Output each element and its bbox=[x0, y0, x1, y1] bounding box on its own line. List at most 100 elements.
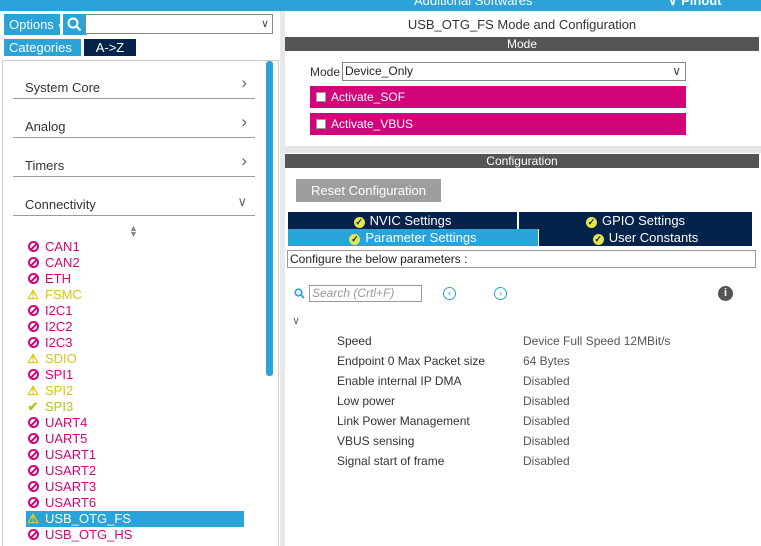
parameter-row[interactable]: VBUS sensing Disabled bbox=[337, 433, 757, 449]
parameter-row[interactable]: Speed Device Full Speed 12MBit/s bbox=[337, 333, 757, 349]
peripheral-item-fsmc[interactable]: ⚠ FSMC bbox=[26, 287, 246, 303]
category-label: Timers bbox=[25, 158, 65, 173]
peripheral-item-usart6[interactable]: USART6 bbox=[26, 495, 246, 511]
peripheral-label: ETH bbox=[45, 271, 71, 286]
next-match-icon[interactable]: › bbox=[494, 287, 507, 300]
check-circle-icon: ✓ bbox=[592, 234, 604, 245]
search-toggle-button[interactable] bbox=[63, 14, 87, 35]
tab-user-constants[interactable]: ✓ User Constants bbox=[539, 229, 752, 246]
peripheral-item-spi2[interactable]: ⚠ SPI2 bbox=[26, 383, 246, 399]
check-circle-icon: ✓ bbox=[349, 234, 361, 245]
parameter-value[interactable]: Device Full Speed 12MBit/s bbox=[523, 333, 670, 349]
chevron-right-icon[interactable]: › bbox=[241, 73, 247, 93]
peripheral-item-usart3[interactable]: USART3 bbox=[26, 479, 246, 495]
peripheral-label: I2C2 bbox=[45, 319, 73, 334]
peripheral-label: USB_OTG_HS bbox=[45, 527, 133, 542]
chevron-down-icon[interactable]: ∨ bbox=[237, 194, 247, 210]
top-banner: Additional Softwares ∨ Pinout bbox=[0, 0, 761, 11]
parameter-value[interactable]: Disabled bbox=[523, 433, 570, 449]
options-button[interactable]: Options ∨ bbox=[4, 14, 64, 35]
parameter-value[interactable]: Disabled bbox=[523, 453, 570, 469]
parameter-row[interactable]: Signal start of frame Disabled bbox=[337, 453, 757, 469]
check-icon: ✔ bbox=[27, 399, 39, 414]
mode-select[interactable]: Device_Only ∨ bbox=[342, 62, 686, 81]
tab-categories[interactable]: Categories bbox=[4, 39, 81, 56]
category-label: Analog bbox=[25, 119, 66, 134]
parameter-value[interactable]: Disabled bbox=[523, 413, 570, 429]
tab-parameter-settings[interactable]: ✓ Parameter Settings bbox=[288, 229, 538, 246]
search-icon bbox=[294, 288, 305, 299]
reset-configuration-button[interactable]: Reset Configuration bbox=[296, 179, 441, 202]
warning-icon: ⚠ bbox=[27, 287, 39, 302]
forbidden-glyph bbox=[27, 465, 39, 476]
peripheral-label: UART5 bbox=[45, 431, 88, 446]
pinout-label: Pinout bbox=[681, 0, 722, 8]
left-scrollbar[interactable] bbox=[266, 61, 273, 376]
forbidden-icon bbox=[26, 479, 40, 495]
peripheral-item-spi1[interactable]: SPI1 bbox=[26, 367, 246, 383]
chevron-right-icon[interactable]: › bbox=[241, 112, 247, 132]
peripheral-label: USART1 bbox=[45, 447, 97, 462]
configuration-section-header: Configuration bbox=[285, 154, 759, 168]
parameter-row[interactable]: Endpoint 0 Max Packet size 64 Bytes bbox=[337, 353, 757, 369]
peripheral-item-usart1[interactable]: USART1 bbox=[26, 447, 246, 463]
category-analog[interactable]: Analog › bbox=[13, 106, 255, 138]
warning-icon: ⚠ bbox=[27, 383, 39, 398]
parameter-value[interactable]: Disabled bbox=[523, 373, 570, 389]
parameter-row[interactable]: Link Power Management Disabled bbox=[337, 413, 757, 429]
chevron-down-icon[interactable]: ∨ bbox=[672, 63, 681, 80]
left-panel: Options ∨ ∨ Categories A->Z System Core ›… bbox=[0, 11, 280, 546]
category-connectivity[interactable]: Connectivity ∨ bbox=[13, 184, 255, 216]
parameter-row[interactable]: Low power Disabled bbox=[337, 393, 757, 409]
peripheral-search-input[interactable]: ∨ bbox=[85, 14, 273, 34]
peripheral-item-eth[interactable]: ETH bbox=[26, 271, 246, 287]
tab-nvic-settings[interactable]: ✓ NVIC Settings bbox=[288, 212, 517, 229]
forbidden-glyph bbox=[27, 305, 39, 316]
peripheral-item-can1[interactable]: CAN1 bbox=[26, 239, 246, 255]
forbidden-icon bbox=[26, 415, 40, 431]
parameter-name: Link Power Management bbox=[337, 414, 470, 428]
peripheral-item-spi3[interactable]: ✔ SPI3 bbox=[26, 399, 246, 415]
peripheral-item-usart2[interactable]: USART2 bbox=[26, 463, 246, 479]
peripheral-item-sdio[interactable]: ⚠ SDIO bbox=[26, 351, 246, 367]
peripheral-item-uart5[interactable]: UART5 bbox=[26, 431, 246, 447]
category-timers[interactable]: Timers › bbox=[13, 145, 255, 177]
checkbox-icon[interactable] bbox=[316, 119, 326, 129]
peripheral-item-can2[interactable]: CAN2 bbox=[26, 255, 246, 271]
forbidden-icon bbox=[26, 319, 40, 335]
peripheral-label: SPI2 bbox=[45, 383, 74, 398]
parameter-name: Speed bbox=[337, 334, 372, 348]
tab-a-to-z[interactable]: A->Z bbox=[84, 39, 136, 56]
peripheral-item-usb_otg_fs[interactable]: ⚠ USB_OTG_FS bbox=[26, 511, 244, 527]
peripheral-item-i2c3[interactable]: I2C3 bbox=[26, 335, 246, 351]
page-title: USB_OTG_FS Mode and Configuration bbox=[407, 17, 637, 32]
forbidden-glyph bbox=[27, 321, 39, 332]
peripheral-item-usb_otg_hs[interactable]: USB_OTG_HS bbox=[26, 527, 246, 543]
chevron-right-icon[interactable]: › bbox=[241, 151, 247, 171]
peripheral-item-uart4[interactable]: UART4 bbox=[26, 415, 246, 431]
forbidden-glyph bbox=[27, 433, 39, 444]
forbidden-glyph bbox=[27, 529, 39, 540]
right-panel: USB_OTG_FS Mode and Configuration Mode M… bbox=[285, 11, 761, 546]
activate-sof-checkbox[interactable]: Activate_SOF bbox=[310, 86, 686, 108]
parameter-search-input[interactable]: Search (Crtl+F) bbox=[309, 285, 422, 302]
pinout-tab[interactable]: ∨ Pinout bbox=[668, 0, 722, 9]
forbidden-glyph bbox=[27, 337, 39, 348]
peripheral-item-i2c1[interactable]: I2C1 bbox=[26, 303, 246, 319]
peripheral-label: SPI3 bbox=[45, 399, 74, 414]
checkbox-icon[interactable] bbox=[316, 92, 326, 102]
activate-vbus-checkbox[interactable]: Activate_VBUS bbox=[310, 113, 686, 135]
sort-icon[interactable]: ▲ ▼ bbox=[129, 224, 138, 239]
tab-gpio-settings[interactable]: ✓ GPIO Settings bbox=[519, 212, 752, 229]
category-system-core[interactable]: System Core › bbox=[13, 67, 255, 99]
peripheral-item-i2c2[interactable]: I2C2 bbox=[26, 319, 246, 335]
previous-match-icon[interactable]: ‹ bbox=[443, 287, 456, 300]
chevron-down-icon[interactable]: ∨ bbox=[292, 314, 300, 327]
info-icon[interactable]: i bbox=[718, 286, 733, 301]
parameter-value[interactable]: 64 Bytes bbox=[523, 353, 570, 369]
additional-softwares-tab[interactable]: Additional Softwares bbox=[414, 0, 533, 8]
tab-user-label: User Constants bbox=[608, 230, 699, 245]
chevron-down-icon[interactable]: ∨ bbox=[261, 17, 269, 30]
parameter-value[interactable]: Disabled bbox=[523, 393, 570, 409]
parameter-row[interactable]: Enable internal IP DMA Disabled bbox=[337, 373, 757, 389]
